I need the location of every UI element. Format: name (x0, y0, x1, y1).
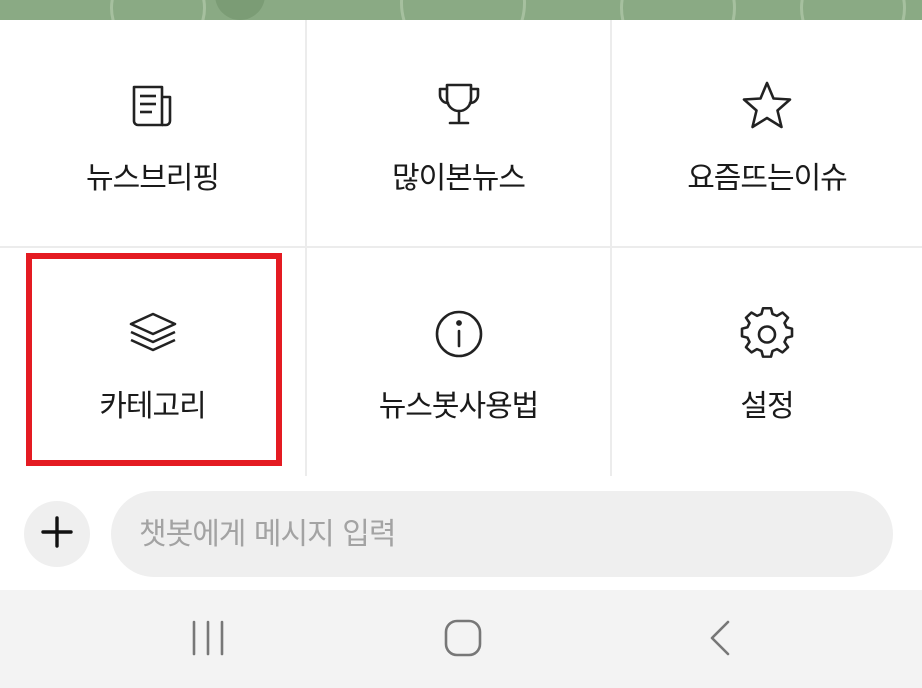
menu-grid: 뉴스브리핑 많이본뉴스 요즘뜨는이슈 카테고리 뉴스봇사용법 설정 (0, 20, 922, 476)
menu-item-category[interactable]: 카테고리 (0, 248, 305, 476)
recents-icon (188, 618, 228, 662)
back-icon (700, 618, 740, 662)
recents-button[interactable] (168, 612, 248, 668)
menu-item-news-briefing[interactable]: 뉴스브리핑 (0, 20, 305, 246)
menu-item-label: 카테고리 (99, 389, 206, 424)
trophy-icon (429, 76, 489, 136)
header-banner-image (0, 0, 922, 20)
menu-item-most-viewed[interactable]: 많이본뉴스 (307, 20, 610, 246)
menu-item-label: 뉴스봇사용법 (378, 389, 540, 424)
gear-icon (737, 304, 797, 364)
menu-item-label: 설정 (740, 389, 794, 424)
menu-item-label: 뉴스브리핑 (86, 161, 220, 196)
star-icon (737, 76, 797, 136)
layers-icon (123, 304, 183, 364)
back-button[interactable] (680, 612, 760, 668)
newspaper-icon (123, 76, 183, 136)
message-input[interactable] (111, 491, 893, 577)
plus-icon (40, 515, 74, 553)
system-navigation-bar (0, 590, 922, 688)
home-icon (443, 618, 483, 662)
menu-item-how-to[interactable]: 뉴스봇사용법 (307, 248, 610, 476)
menu-item-label: 많이본뉴스 (392, 161, 526, 196)
info-icon (429, 304, 489, 364)
menu-item-settings[interactable]: 설정 (612, 248, 922, 476)
menu-item-label: 요즘뜨는이슈 (687, 161, 848, 196)
add-attachment-button[interactable] (24, 501, 90, 567)
home-button[interactable] (423, 612, 503, 668)
menu-item-trending[interactable]: 요즘뜨는이슈 (612, 20, 922, 246)
